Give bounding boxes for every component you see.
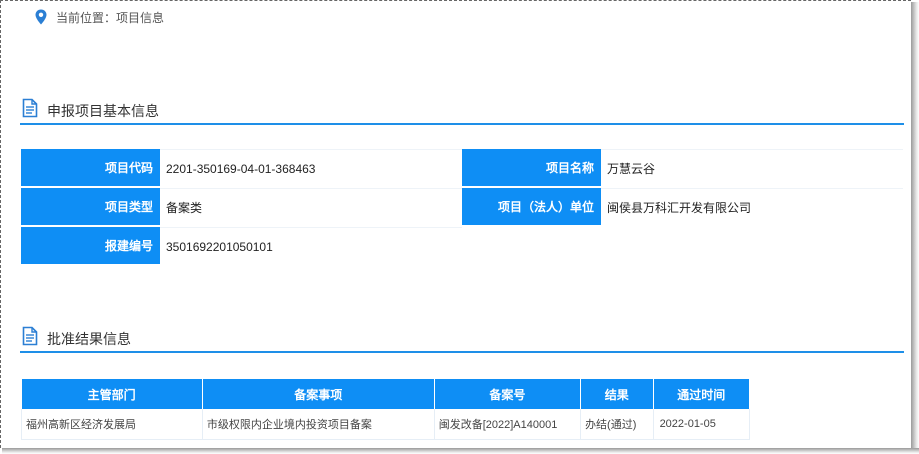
location-pin-icon <box>35 9 47 25</box>
column-header-pass-date: 通过时间 <box>653 379 751 409</box>
document-icon <box>22 98 38 118</box>
cell-filing-number: 闽发改备[2022]A140001 <box>433 409 582 440</box>
column-header-department: 主管部门 <box>21 379 203 409</box>
report-number-value: 3501692201050101 <box>160 227 462 265</box>
project-type-value: 备案类 <box>160 188 462 226</box>
section-divider <box>20 123 904 125</box>
table-header-row: 主管部门 备案事项 备案号 结果 通过时间 <box>21 379 751 409</box>
project-unit-label: 项目（法人）单位 <box>462 188 601 226</box>
project-unit-value: 闽侯县万科汇开发有限公司 <box>601 188 903 226</box>
project-code-value: 2201-350169-04-01-368463 <box>160 149 462 187</box>
project-name-value: 万慧云谷 <box>601 149 903 187</box>
basic-info-section-title: 申报项目基本信息 <box>47 103 159 119</box>
info-row-type: 项目类型 备案类 <box>21 188 462 226</box>
result-info-section-header: 批准结果信息 <box>20 322 904 353</box>
breadcrumb: 当前位置：项目信息 <box>34 8 164 26</box>
column-header-filing-number: 备案号 <box>434 379 582 409</box>
section-divider <box>20 351 904 353</box>
info-row-unit: 项目（法人）单位 闽侯县万科汇开发有限公司 <box>462 188 903 226</box>
cell-department: 福州高新区经济发展局 <box>21 409 203 440</box>
approval-result-table: 主管部门 备案事项 备案号 结果 通过时间 福州高新区经济发展局 市级权限内企业… <box>21 379 751 440</box>
frame-shadow-bottom <box>2 448 919 454</box>
column-header-result: 结果 <box>580 379 654 409</box>
info-row-name: 项目名称 万慧云谷 <box>462 149 903 187</box>
cell-result: 办结(通过) <box>580 409 654 440</box>
frame-shadow-right <box>911 2 919 454</box>
project-type-label: 项目类型 <box>21 188 160 226</box>
column-header-filing-matter: 备案事项 <box>202 379 435 409</box>
info-row-code: 项目代码 2201-350169-04-01-368463 <box>21 149 462 187</box>
project-code-label: 项目代码 <box>21 149 160 187</box>
document-icon <box>22 326 38 346</box>
project-name-label: 项目名称 <box>462 149 601 187</box>
cell-filing-matter: 市级权限内企业境内投资项目备案 <box>201 409 435 440</box>
breadcrumb-text: 当前位置：项目信息 <box>56 10 165 25</box>
info-row-report: 报建编号 3501692201050101 <box>21 227 462 265</box>
cell-pass-date: 2022-01-05 <box>652 409 751 440</box>
basic-info-section-header: 申报项目基本信息 <box>20 94 904 125</box>
result-info-section-title: 批准结果信息 <box>47 331 131 347</box>
report-number-label: 报建编号 <box>21 227 160 265</box>
table-row: 福州高新区经济发展局 市级权限内企业境内投资项目备案 闽发改备[2022]A14… <box>21 409 751 440</box>
